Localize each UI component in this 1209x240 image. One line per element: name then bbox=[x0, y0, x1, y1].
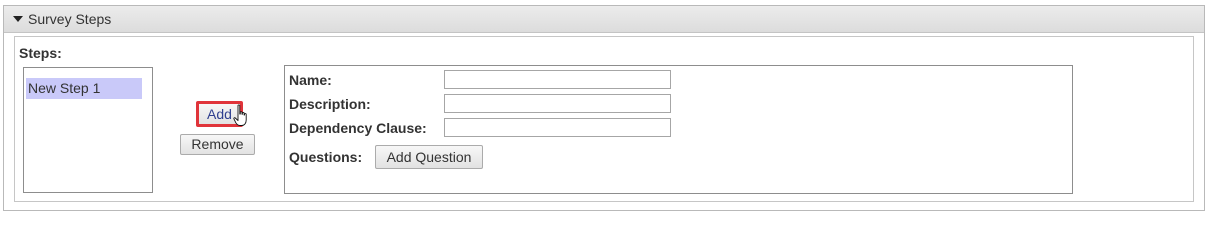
caret-down-icon[interactable] bbox=[13, 16, 23, 22]
steps-list[interactable]: New Step 1 bbox=[23, 67, 153, 193]
add-question-button[interactable]: Add Question bbox=[375, 145, 483, 169]
panel-title: Survey Steps bbox=[28, 11, 112, 27]
dependency-clause-label: Dependency Clause: bbox=[289, 120, 427, 136]
description-label: Description: bbox=[289, 96, 371, 112]
panel-header[interactable]: Survey Steps bbox=[4, 6, 1204, 33]
questions-label: Questions: bbox=[289, 149, 363, 165]
hand-pointer-icon bbox=[233, 104, 247, 126]
name-label: Name: bbox=[289, 72, 332, 88]
description-field[interactable] bbox=[444, 94, 671, 113]
remove-step-button[interactable]: Remove bbox=[180, 134, 255, 155]
dependency-clause-field[interactable] bbox=[444, 118, 671, 137]
steps-label: Steps: bbox=[19, 45, 62, 61]
name-field[interactable] bbox=[444, 70, 671, 89]
step-item-new-step-1[interactable]: New Step 1 bbox=[26, 78, 142, 99]
